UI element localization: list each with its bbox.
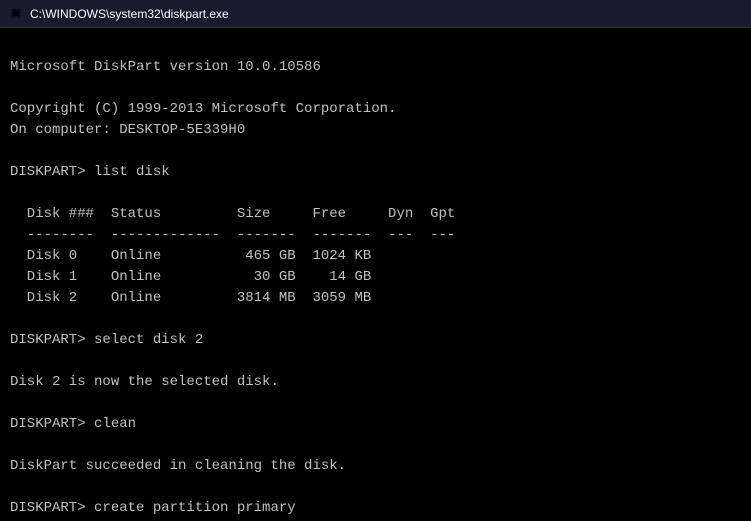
terminal-line: [10, 393, 741, 414]
terminal-line: Disk 0 Online 465 GB 1024 KB: [10, 246, 741, 267]
terminal-line: Disk ### Status Size Free Dyn Gpt: [10, 204, 741, 225]
terminal-line: [10, 78, 741, 99]
terminal-line: DISKPART> list disk: [10, 162, 741, 183]
terminal-line: DiskPart succeeded in cleaning the disk.: [10, 456, 741, 477]
title-bar-text: C:\WINDOWS\system32\diskpart.exe: [30, 7, 229, 21]
terminal-line: [10, 141, 741, 162]
terminal-output[interactable]: Microsoft DiskPart version 10.0.10586 Co…: [0, 28, 751, 521]
terminal-line: On computer: DESKTOP-5E339H0: [10, 120, 741, 141]
title-bar: ▣ C:\WINDOWS\system32\diskpart.exe: [0, 0, 751, 28]
terminal-line: DISKPART> clean: [10, 414, 741, 435]
terminal-line: DISKPART> select disk 2: [10, 330, 741, 351]
terminal-line: [10, 309, 741, 330]
terminal-line: Disk 2 Online 3814 MB 3059 MB: [10, 288, 741, 309]
terminal-line: [10, 435, 741, 456]
terminal-line: Microsoft DiskPart version 10.0.10586: [10, 57, 741, 78]
terminal-line: [10, 477, 741, 498]
window-icon: ▣: [8, 6, 24, 22]
terminal-line: DISKPART> create partition primary: [10, 498, 741, 519]
terminal-line: Disk 1 Online 30 GB 14 GB: [10, 267, 741, 288]
terminal-line: [10, 351, 741, 372]
terminal-line: Disk 2 is now the selected disk.: [10, 372, 741, 393]
terminal-line: Copyright (C) 1999-2013 Microsoft Corpor…: [10, 99, 741, 120]
terminal-line: [10, 183, 741, 204]
terminal-line: -------- ------------- ------- ------- -…: [10, 225, 741, 246]
